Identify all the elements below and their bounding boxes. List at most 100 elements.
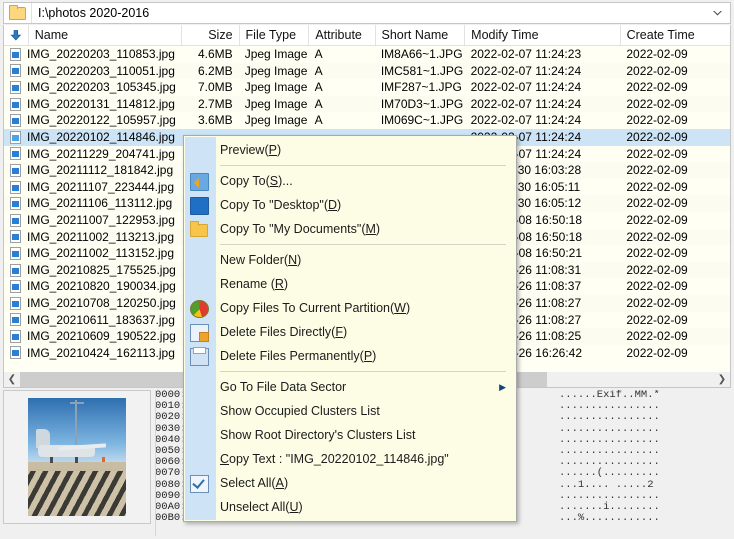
menu-item[interactable]: Show Root Directory's Clusters List <box>184 423 516 447</box>
table-row[interactable]: IMG_20220203_105345.jpg7.0MBJpeg ImageAI… <box>4 79 730 96</box>
path-combobox[interactable]: I:\photos 2020-2016 <box>3 2 731 24</box>
jpeg-file-icon <box>10 98 21 111</box>
file-type-cell: Jpeg Image <box>239 79 309 96</box>
menu-item[interactable]: Delete Files Permanently(P) <box>184 344 516 368</box>
file-attribute-cell: A <box>309 63 375 80</box>
column-header-file-type[interactable]: File Type <box>240 25 310 46</box>
column-header-create-time[interactable]: Create Time <box>621 25 730 46</box>
file-name-cell: IMG_20220122_105957.jpg <box>4 112 181 129</box>
file-name-cell: IMG_20210609_190522.jpg <box>4 328 181 345</box>
menu-item[interactable]: Copy Text : "IMG_20220102_114846.jpg" <box>184 447 516 471</box>
file-name-cell: IMG_20210708_120250.jpg <box>4 295 181 312</box>
menu-item[interactable]: Copy To "My Documents"(M) <box>184 217 516 241</box>
jpeg-file-icon <box>10 346 21 359</box>
file-name-cell: IMG_20211007_122953.jpg <box>4 212 181 229</box>
chevron-right-icon[interactable]: ❯ <box>714 372 730 387</box>
menu-item[interactable]: Copy Files To Current Partition(W) <box>184 296 516 320</box>
menu-item-label: Copy Files To Current Partition(W) <box>220 301 410 315</box>
file-name-cell: IMG_20210820_190034.jpg <box>4 278 181 295</box>
file-modify-time-cell: 2022-02-07 11:24:24 <box>465 79 621 96</box>
file-create-time-cell: 2022-02-09 <box>620 262 730 279</box>
file-name-label: IMG_20211229_204741.jpg <box>27 146 175 163</box>
file-type-cell: Jpeg Image <box>239 46 309 63</box>
file-short-name-cell: IM70D3~1.JPG <box>375 96 465 113</box>
file-size-cell: 3.6MB <box>181 112 238 129</box>
menu-item[interactable]: Copy To(S)... <box>184 169 516 193</box>
menu-item-label: Copy To "My Documents"(M) <box>220 222 380 236</box>
menu-item[interactable]: Preview(P) <box>184 138 516 162</box>
column-header-attribute[interactable]: Attribute <box>309 25 375 46</box>
table-row[interactable]: IMG_20220203_110853.jpg4.6MBJpeg ImageAI… <box>4 46 730 63</box>
sort-descending-arrow-icon[interactable] <box>4 25 29 46</box>
menu-separator <box>220 165 506 166</box>
file-create-time-cell: 2022-02-09 <box>620 79 730 96</box>
file-create-time-cell: 2022-02-09 <box>620 46 730 63</box>
file-size-cell: 6.2MB <box>181 63 238 80</box>
jpeg-file-icon <box>10 147 21 160</box>
airplane-on-tarmac-photo <box>28 398 126 516</box>
file-create-time-cell: 2022-02-09 <box>620 212 730 229</box>
chevron-left-icon[interactable]: ❮ <box>4 372 20 387</box>
column-header-name[interactable]: Name <box>29 25 183 46</box>
menu-item[interactable]: Show Occupied Clusters List <box>184 399 516 423</box>
file-name-cell: IMG_20211106_113112.jpg <box>4 195 181 212</box>
table-row[interactable]: IMG_20220131_114812.jpg2.7MBJpeg ImageAI… <box>4 96 730 113</box>
menu-item[interactable]: Select All(A) <box>184 471 516 495</box>
folder-icon <box>190 221 207 237</box>
table-row[interactable]: IMG_20220203_110051.jpg6.2MBJpeg ImageAI… <box>4 63 730 80</box>
context-menu[interactable]: Preview(P) Copy To(S)...Copy To "Desktop"… <box>183 135 517 522</box>
file-name-cell: IMG_20220203_110051.jpg <box>4 63 181 80</box>
menu-item[interactable]: Unselect All(U) <box>184 495 516 519</box>
jpeg-file-icon <box>10 247 21 260</box>
file-name-label: IMG_20210611_183637.jpg <box>27 312 175 329</box>
jpeg-file-icon <box>10 197 21 210</box>
jpeg-file-icon <box>10 131 21 144</box>
file-name-label: IMG_20220131_114812.jpg <box>27 96 175 113</box>
divider <box>31 3 32 23</box>
file-name-cell: IMG_20211112_181842.jpg <box>4 162 181 179</box>
file-type-cell: Jpeg Image <box>239 96 309 113</box>
menu-item-label: Show Root Directory's Clusters List <box>220 428 416 442</box>
triangle-right-icon: ▶ <box>499 382 506 393</box>
file-create-time-cell: 2022-02-09 <box>620 112 730 129</box>
menu-item[interactable]: Rename (R) <box>184 272 516 296</box>
file-create-time-cell: 2022-02-09 <box>620 195 730 212</box>
hex-ascii: ...%............ <box>545 513 731 524</box>
jpeg-file-icon <box>10 297 21 310</box>
column-header-size[interactable]: Size <box>182 25 239 46</box>
column-header-row[interactable]: Name Size File Type Attribute Short Name… <box>4 25 730 46</box>
file-create-time-cell: 2022-02-09 <box>620 96 730 113</box>
column-header-short-name[interactable]: Short Name <box>376 25 466 46</box>
menu-item-label: Preview(P) <box>220 143 281 157</box>
menu-item-label: New Folder(N) <box>220 253 301 267</box>
file-name-label: IMG_20210825_175525.jpg <box>27 262 176 279</box>
file-name-label: IMG_20211106_113112.jpg <box>27 195 172 212</box>
file-name-label: IMG_20220203_110051.jpg <box>27 63 175 80</box>
menu-separator <box>220 244 506 245</box>
path-text: I:\photos 2020-2016 <box>38 6 149 20</box>
menu-item-label: Unselect All(U) <box>220 500 303 514</box>
chevron-down-icon[interactable] <box>704 3 730 23</box>
file-create-time-cell: 2022-02-09 <box>620 162 730 179</box>
menu-item[interactable]: Delete Files Directly(F) <box>184 320 516 344</box>
file-short-name-cell: IM8A66~1.JPG <box>375 46 465 63</box>
menu-item[interactable]: Copy To "Desktop"(D) <box>184 193 516 217</box>
jpeg-file-icon <box>10 114 21 127</box>
file-create-time-cell: 2022-02-09 <box>620 245 730 262</box>
file-create-time-cell: 2022-02-09 <box>620 63 730 80</box>
preview-thumbnail-pane[interactable] <box>3 390 151 524</box>
menu-item[interactable]: Go To File Data Sector▶ <box>184 375 516 399</box>
file-create-time-cell: 2022-02-09 <box>620 345 730 362</box>
file-create-time-cell: 2022-02-09 <box>620 295 730 312</box>
file-attribute-cell: A <box>309 79 375 96</box>
file-modify-time-cell: 2022-02-07 11:24:24 <box>465 63 621 80</box>
column-header-modify-time[interactable]: Modify Time <box>465 25 620 46</box>
file-size-cell: 7.0MB <box>181 79 238 96</box>
file-name-label: IMG_20211002_113152.jpg <box>27 245 174 262</box>
table-row[interactable]: IMG_20220122_105957.jpg3.6MBJpeg ImageAI… <box>4 112 730 129</box>
file-name-label: IMG_20211112_181842.jpg <box>27 162 173 179</box>
menu-item[interactable]: New Folder(N) <box>184 248 516 272</box>
file-name-cell: IMG_20220102_114846.jpg <box>4 129 181 146</box>
file-modify-time-cell: 2022-02-07 11:24:24 <box>465 112 621 129</box>
file-create-time-cell: 2022-02-09 <box>620 278 730 295</box>
